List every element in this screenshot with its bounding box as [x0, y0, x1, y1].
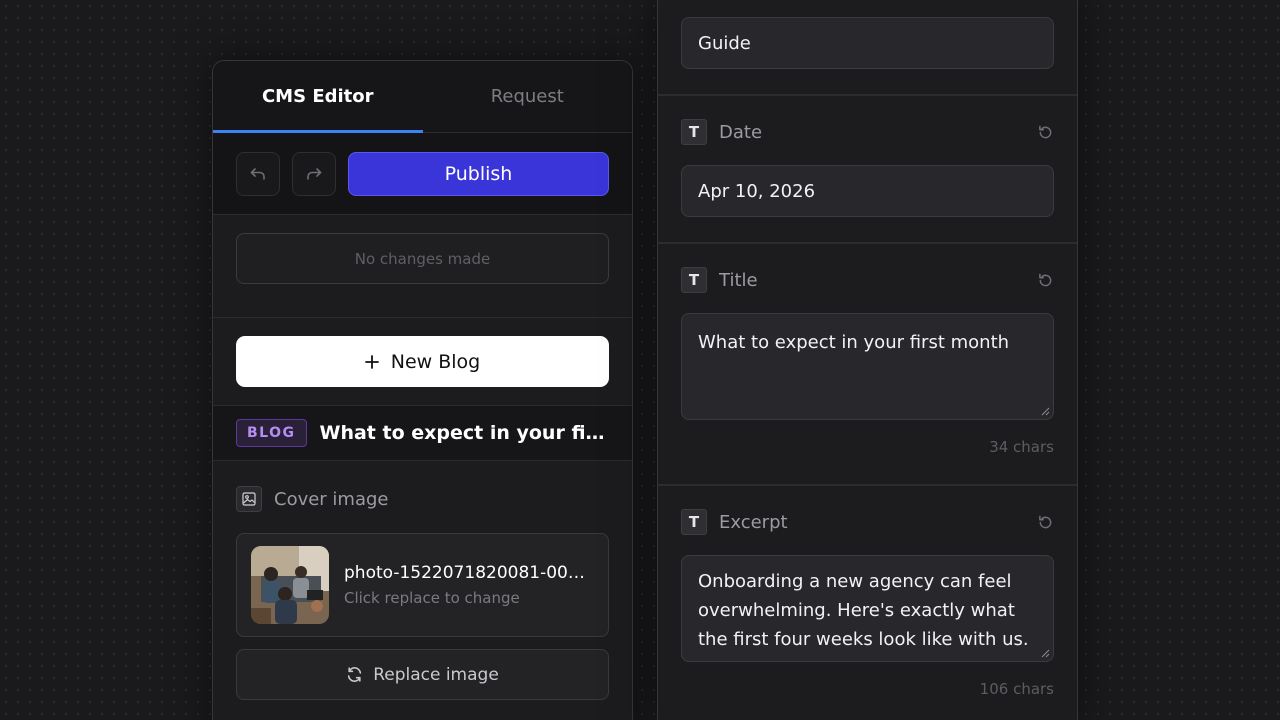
changes-section: No changes made: [213, 215, 632, 318]
title-field-header: T Title: [681, 267, 1054, 293]
redo-icon: [307, 167, 322, 180]
refresh-icon: [348, 667, 362, 682]
reset-icon[interactable]: [1036, 271, 1054, 289]
new-blog-button[interactable]: New Blog: [236, 336, 609, 387]
date-label: Date: [719, 121, 763, 143]
title-textarea[interactable]: What to expect in your first month: [681, 313, 1054, 420]
replace-image-button[interactable]: Replace image: [236, 649, 609, 700]
tab-cms-editor[interactable]: CMS Editor: [213, 61, 423, 133]
new-blog-section: New Blog: [213, 318, 632, 406]
field-excerpt: T Excerpt Onboarding a new agency can fe…: [658, 486, 1077, 720]
plus-icon: [364, 354, 379, 369]
resize-handle-icon[interactable]: [1041, 407, 1050, 416]
title-label: Title: [719, 269, 758, 291]
blog-item-title: What to expect in your first month: [319, 422, 610, 444]
type-input[interactable]: Guide: [681, 17, 1054, 69]
text-type-icon: T: [681, 267, 707, 293]
undo-button[interactable]: [236, 151, 280, 196]
excerpt-value: Onboarding a new agency can feel overwhe…: [698, 571, 1029, 650]
fields-panel: Guide T Date Apr 10, 2026 T Title What t…: [657, 0, 1078, 720]
excerpt-char-count: 106 chars: [979, 680, 1054, 698]
cover-image-thumbnail: [251, 546, 329, 624]
cover-image-section: Cover image photo-1522071820081-009f Cli…: [213, 461, 632, 700]
cover-image-hint: Click replace to change: [344, 589, 520, 607]
changes-status: No changes made: [236, 233, 609, 284]
field-type: Guide: [658, 0, 1077, 96]
date-input[interactable]: Apr 10, 2026: [681, 165, 1054, 217]
title-char-count: 34 chars: [989, 438, 1054, 456]
tab-request[interactable]: Request: [423, 61, 633, 132]
new-blog-label: New Blog: [390, 350, 481, 373]
cover-image-label: Cover image: [274, 488, 389, 510]
cover-image-filename: photo-1522071820081-009f0129c71c: [344, 563, 594, 583]
resize-handle-icon[interactable]: [1041, 649, 1050, 658]
blog-badge: BLOG: [236, 419, 307, 447]
cover-image-header: Cover image: [236, 485, 609, 513]
date-field-header: T Date: [681, 119, 1054, 145]
cover-image-file-card[interactable]: photo-1522071820081-009f0129c71c Click r…: [236, 533, 609, 637]
excerpt-textarea[interactable]: Onboarding a new agency can feel overwhe…: [681, 555, 1054, 662]
editor-toolbar: Publish: [213, 133, 632, 215]
blog-list-item[interactable]: BLOG What to expect in your first month: [213, 406, 632, 461]
publish-button[interactable]: Publish: [348, 151, 609, 196]
undo-icon: [250, 167, 265, 180]
tab-bar: CMS Editor Request: [213, 61, 632, 133]
field-date: T Date Apr 10, 2026: [658, 96, 1077, 244]
text-type-icon: T: [681, 119, 707, 145]
text-type-icon: T: [681, 509, 707, 535]
cover-image-info: photo-1522071820081-009f0129c71c Click r…: [344, 563, 594, 607]
title-value: What to expect in your first month: [698, 332, 1010, 353]
reset-icon[interactable]: [1036, 123, 1054, 141]
excerpt-field-header: T Excerpt: [681, 509, 1054, 535]
cms-editor-panel: CMS Editor Request Publish No changes ma…: [212, 60, 633, 720]
redo-button[interactable]: [292, 151, 336, 196]
image-icon: [236, 486, 262, 512]
replace-image-label: Replace image: [373, 664, 499, 685]
excerpt-label: Excerpt: [719, 511, 788, 533]
reset-icon[interactable]: [1036, 513, 1054, 531]
field-title: T Title What to expect in your first mon…: [658, 244, 1077, 486]
